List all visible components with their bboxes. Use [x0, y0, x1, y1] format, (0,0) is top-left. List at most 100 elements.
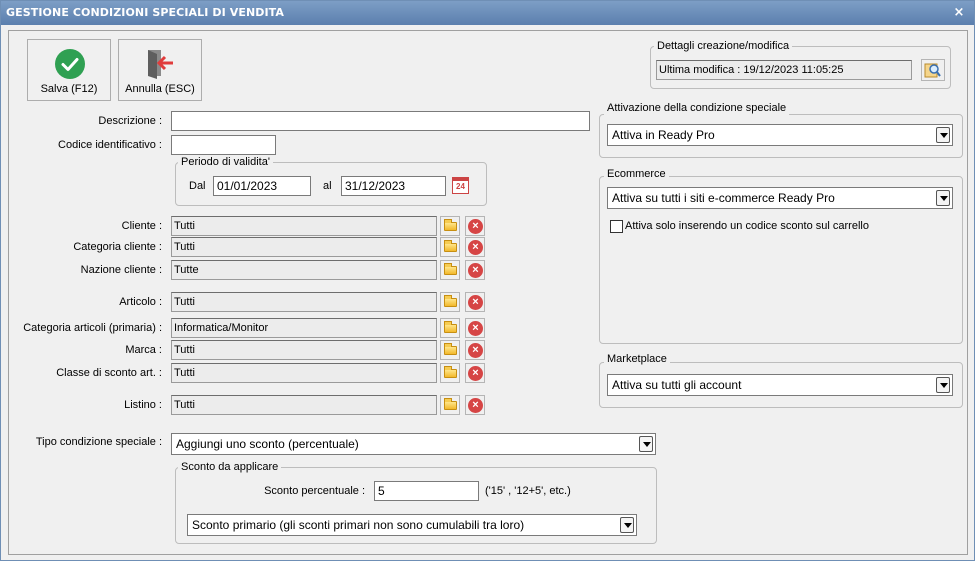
chevron-down-icon: [620, 517, 634, 533]
ecommerce-select[interactable]: Attiva su tutti i siti e-commerce Ready …: [607, 187, 953, 209]
folder-icon: [444, 321, 457, 333]
exit-door-icon: [148, 50, 173, 79]
marketplace-title: Marketplace: [604, 353, 670, 366]
attivazione-title: Attivazione della condizione speciale: [604, 102, 790, 115]
calendar-icon: 24: [452, 177, 469, 194]
articolo-field: Tutti: [171, 292, 437, 312]
codice-sconto-checkbox-label: Attiva solo inserendo un codice sconto s…: [625, 220, 869, 232]
periodo-title: Periodo di validita': [178, 156, 273, 169]
nazione-cliente-label: Nazione cliente :: [80, 264, 162, 276]
categoria-cliente-browse-button[interactable]: [440, 237, 460, 257]
ultima-modifica-field: Ultima modifica : 19/12/2023 11:05:25: [656, 60, 912, 80]
sconto-hint: ('15' , '12+5', etc.): [485, 485, 571, 497]
cliente-field: Tutti: [171, 216, 437, 236]
sconto-title: Sconto da applicare: [178, 461, 282, 474]
al-date-input[interactable]: 31/12/2023: [341, 176, 446, 196]
folder-icon: [444, 398, 457, 410]
nazione-cliente-clear-button[interactable]: ×: [465, 260, 485, 280]
attivazione-value: Attiva in Ready Pro: [612, 128, 715, 142]
codice-label: Codice identificativo :: [58, 139, 162, 151]
chevron-down-icon: [936, 127, 950, 143]
dettagli-search-button[interactable]: [921, 59, 945, 81]
categoria-articoli-clear-button[interactable]: ×: [465, 318, 485, 338]
categoria-cliente-clear-button[interactable]: ×: [465, 237, 485, 257]
classe-sconto-clear-button[interactable]: ×: [465, 363, 485, 383]
calendar-day: 24: [456, 182, 465, 191]
categoria-articoli-label: Categoria articoli (primaria) :: [23, 322, 162, 334]
folder-icon: [444, 343, 457, 355]
chevron-down-icon: [936, 190, 950, 206]
articolo-label: Articolo :: [119, 296, 162, 308]
tipo-condizione-value: Aggiungi uno sconto (percentuale): [176, 437, 359, 451]
check-circle-icon: [55, 49, 85, 79]
clear-x-icon: ×: [468, 240, 483, 255]
descrizione-label: Descrizione :: [98, 115, 162, 127]
folder-icon: [444, 263, 457, 275]
listino-clear-button[interactable]: ×: [465, 395, 485, 415]
clear-x-icon: ×: [468, 366, 483, 381]
classe-sconto-browse-button[interactable]: [440, 363, 460, 383]
folder-icon: [444, 219, 457, 231]
nazione-cliente-field: Tutte: [171, 260, 437, 280]
marca-field: Tutti: [171, 340, 437, 360]
clear-x-icon: ×: [468, 295, 483, 310]
clear-x-icon: ×: [468, 321, 483, 336]
marca-label: Marca :: [125, 344, 162, 356]
ecommerce-value: Attiva su tutti i siti e-commerce Ready …: [612, 191, 835, 205]
cliente-clear-button[interactable]: ×: [465, 216, 485, 236]
close-icon[interactable]: ×: [952, 1, 966, 25]
save-label: Salva (F12): [40, 83, 98, 95]
al-label: al: [323, 180, 332, 192]
calendar-button[interactable]: 24: [451, 176, 471, 196]
clear-x-icon: ×: [468, 263, 483, 278]
magnifier-icon: [924, 63, 941, 78]
categoria-articoli-field: Informatica/Monitor: [171, 318, 437, 338]
tipo-condizione-select[interactable]: Aggiungi uno sconto (percentuale): [171, 433, 656, 455]
folder-icon: [444, 295, 457, 307]
marca-browse-button[interactable]: [440, 340, 460, 360]
dal-label: Dal: [189, 180, 206, 192]
save-button[interactable]: Salva (F12): [27, 39, 111, 101]
cliente-browse-button[interactable]: [440, 216, 460, 236]
dialog-window: GESTIONE CONDIZIONI SPECIALI DI VENDITA …: [0, 0, 975, 561]
ecommerce-title: Ecommerce: [604, 168, 669, 181]
marketplace-value: Attiva su tutti gli account: [612, 378, 742, 392]
tipo-sconto-value: Sconto primario (gli sconti primari non …: [192, 518, 525, 532]
descrizione-input[interactable]: [171, 111, 590, 131]
cliente-label: Cliente :: [121, 220, 162, 232]
clear-x-icon: ×: [468, 398, 483, 413]
window-title: GESTIONE CONDIZIONI SPECIALI DI VENDITA: [6, 6, 285, 19]
listino-browse-button[interactable]: [440, 395, 460, 415]
tipo-sconto-select[interactable]: Sconto primario (gli sconti primari non …: [187, 514, 637, 536]
listino-label: Listino :: [124, 399, 162, 411]
attivazione-select[interactable]: Attiva in Ready Pro: [607, 124, 953, 146]
chevron-down-icon: [639, 436, 653, 452]
folder-icon: [444, 240, 457, 252]
articolo-clear-button[interactable]: ×: [465, 292, 485, 312]
codice-input[interactable]: [171, 135, 276, 155]
folder-icon: [444, 366, 457, 378]
sconto-percentuale-label: Sconto percentuale :: [264, 485, 365, 497]
title-bar: GESTIONE CONDIZIONI SPECIALI DI VENDITA …: [1, 1, 974, 25]
cancel-button[interactable]: Annulla (ESC): [118, 39, 202, 101]
marketplace-select[interactable]: Attiva su tutti gli account: [607, 374, 953, 396]
categoria-articoli-browse-button[interactable]: [440, 318, 460, 338]
listino-field: Tutti: [171, 395, 437, 415]
chevron-down-icon: [936, 377, 950, 393]
classe-sconto-field: Tutti: [171, 363, 437, 383]
categoria-cliente-label: Categoria cliente :: [73, 241, 162, 253]
dialog-content: Salva (F12) Annulla (ESC) Descrizione : …: [8, 30, 968, 555]
clear-x-icon: ×: [468, 343, 483, 358]
articolo-browse-button[interactable]: [440, 292, 460, 312]
dettagli-title: Dettagli creazione/modifica: [654, 40, 793, 53]
dal-date-input[interactable]: 01/01/2023: [213, 176, 311, 196]
marca-clear-button[interactable]: ×: [465, 340, 485, 360]
categoria-cliente-field: Tutti: [171, 237, 437, 257]
clear-x-icon: ×: [468, 219, 483, 234]
codice-sconto-checkbox[interactable]: [610, 220, 623, 233]
sconto-percentuale-input[interactable]: 5: [374, 481, 479, 501]
tipo-condizione-label: Tipo condizione speciale :: [35, 436, 162, 448]
nazione-cliente-browse-button[interactable]: [440, 260, 460, 280]
cancel-label: Annulla (ESC): [125, 83, 195, 95]
classe-sconto-label: Classe di sconto art. :: [56, 367, 162, 379]
